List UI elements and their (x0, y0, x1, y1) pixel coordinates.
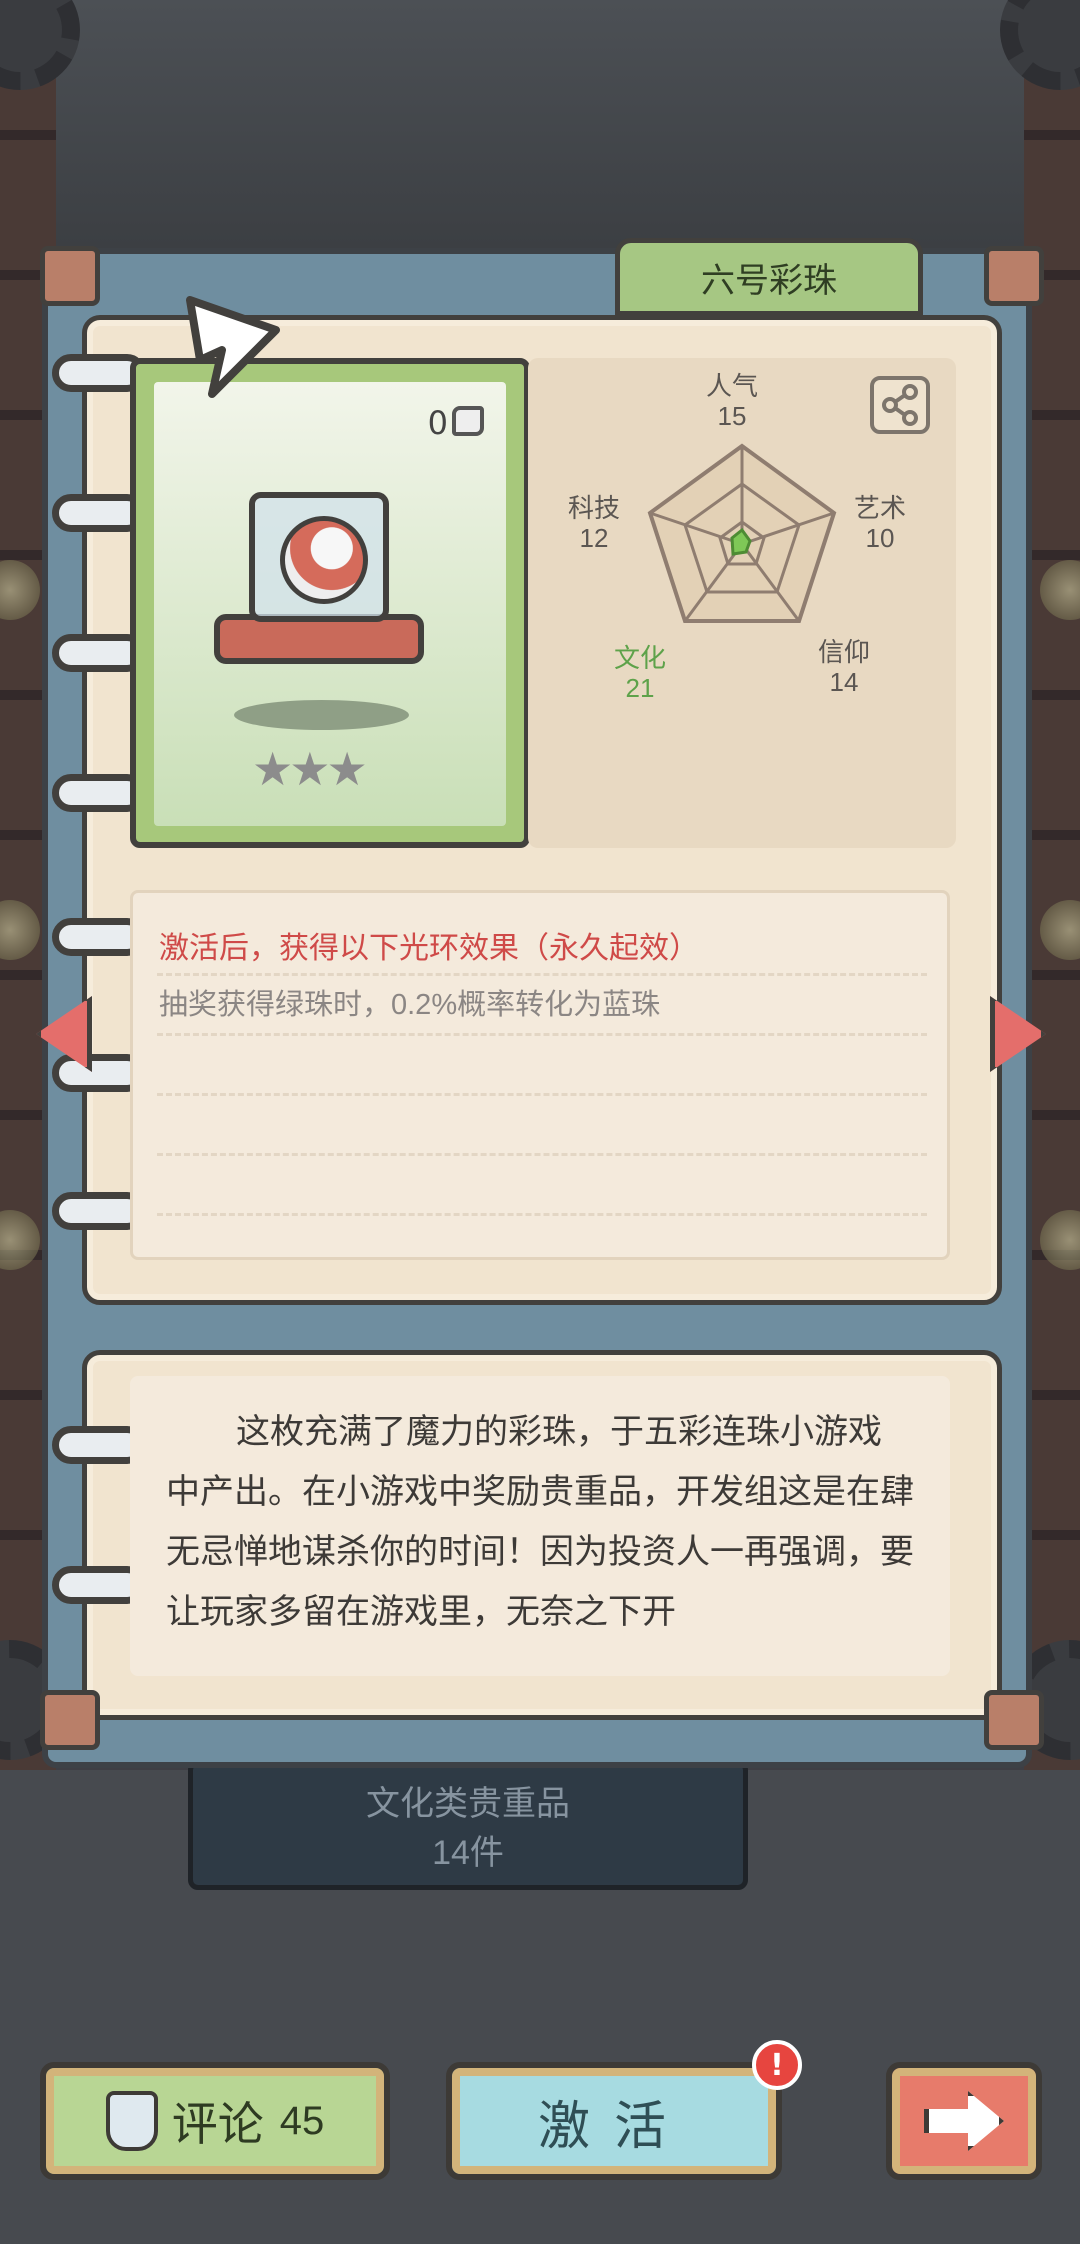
item-card[interactable]: 0 ★★★ (130, 358, 530, 848)
rating-stars: ★★★ (252, 742, 368, 796)
corner-bracket (984, 246, 1044, 306)
comment-button[interactable]: 评论 45 (40, 2062, 390, 2180)
effect-title: 激活后，获得以下光环效果（永久起效） (159, 932, 699, 965)
stat-wenhua: 文化 21 (614, 643, 667, 703)
comment-count: 45 (279, 2098, 325, 2143)
orb-icon (280, 516, 368, 604)
background-top (0, 0, 1080, 260)
activate-label: 激活 (537, 2097, 690, 2156)
lore-text-box[interactable]: 这枚充满了魔力的彩珠，于五彩连珠小游戏中产出。在小游戏中奖励贵重品，开发组这是在… (130, 1376, 950, 1676)
category-label: 文化类贵重品 (366, 1785, 570, 1823)
arrow-right-icon (924, 2091, 1004, 2151)
next-button[interactable] (886, 2062, 1042, 2180)
corner-bracket (40, 1690, 100, 1750)
ruled-line (157, 973, 927, 976)
glass-case (249, 492, 389, 622)
ruled-line (157, 1093, 927, 1096)
ruled-line (157, 1213, 927, 1216)
ruled-line (157, 1153, 927, 1156)
share-icon (882, 384, 918, 426)
effect-description: 抽奖获得绿珠时，0.2%概率转化为蓝珠 (159, 989, 661, 1021)
corner-bracket (984, 1690, 1044, 1750)
stat-renqi: 人气 15 (706, 371, 759, 431)
quill-ink-icon (105, 2091, 158, 2151)
stat-keji: 科技 12 (568, 493, 621, 553)
category-plate: 文化类贵重品 14件 (188, 1760, 748, 1890)
comment-label: 评论 (171, 2098, 264, 2150)
activate-button[interactable]: 激活 (446, 2062, 782, 2180)
stat-yishu: 艺术 10 (854, 493, 907, 553)
category-count: 14件 (432, 1834, 504, 1872)
item-title-tab: 六号彩珠 (615, 238, 923, 316)
corner-bracket (40, 246, 100, 306)
alert-badge-icon: ! (752, 2040, 802, 2090)
lore-text: 这枚充满了魔力的彩珠，于五彩连珠小游戏中产出。在小游戏中奖励贵重品，开发组这是在… (166, 1413, 914, 1631)
effect-box: 激活后，获得以下光环效果（永久起效） 抽奖获得绿珠时，0.2%概率转化为蓝珠 (130, 890, 950, 1260)
stat-xinyang: 信仰 14 (818, 637, 871, 697)
ruled-line (157, 1033, 927, 1036)
card-art: 0 ★★★ (154, 382, 506, 826)
puzzle-piece-icon (452, 406, 484, 436)
back-arrow-icon[interactable] (176, 290, 286, 410)
item-shadow (234, 700, 409, 730)
fragment-count: 0 (427, 404, 448, 442)
share-button[interactable] (870, 376, 930, 434)
